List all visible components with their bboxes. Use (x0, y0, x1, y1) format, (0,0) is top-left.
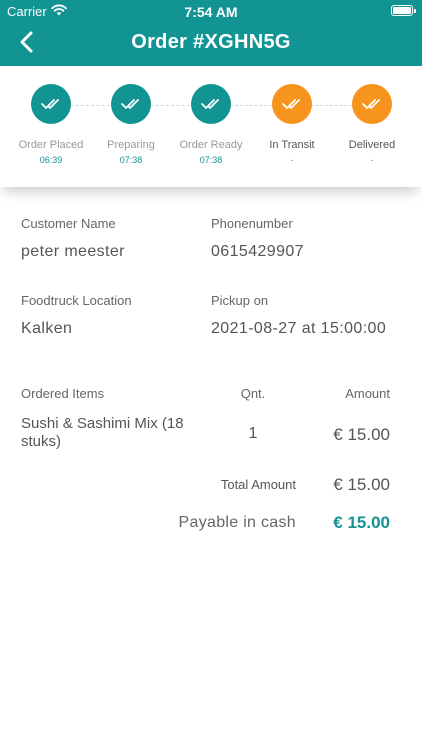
phone-value: 0615429907 (211, 243, 304, 260)
status-bar: Carrier 7:54 AM (0, 0, 422, 22)
order-progress: Order Placed 06:39 Preparing 07:38 Order… (0, 66, 422, 187)
location-value: Kalken (21, 320, 73, 337)
item-amount: € 15.00 (333, 425, 390, 444)
qty-header: Qnt. (240, 386, 266, 401)
phone-label: Phonenumber (211, 216, 293, 231)
pickup-value: 2021-08-27 at 15:00:00 (211, 320, 387, 337)
step-label: Delivered (348, 139, 396, 151)
step-time: 07:38 (119, 155, 143, 165)
pickup-label: Pickup on (211, 293, 269, 308)
customer-name-value: peter meester (21, 243, 125, 260)
step-time: 06:39 (39, 155, 63, 165)
step-label: In Transit (269, 139, 315, 151)
step-label: Order Placed (18, 139, 84, 151)
total-amount-value: € 15.00 (333, 475, 390, 494)
step-order-placed: Order Placed 06:39 (11, 84, 91, 165)
step-time: - (290, 155, 294, 165)
ordered-items-header: Ordered Items (21, 386, 105, 401)
step-label: Order Ready (179, 139, 243, 151)
clock: 7:54 AM (184, 4, 238, 20)
page-title: Order #XGHN5G (131, 31, 291, 53)
double-check-icon (352, 84, 392, 124)
item-name: Sushi & Sashimi Mix (18 stuks) (21, 415, 184, 450)
double-check-icon (111, 84, 151, 124)
payable-label: Payable in cash (178, 514, 296, 531)
amount-header: Amount (345, 386, 390, 401)
location-label: Foodtruck Location (21, 293, 132, 308)
step-label: Preparing (107, 139, 155, 151)
double-check-icon (272, 84, 312, 124)
item-qty: 1 (248, 425, 258, 442)
step-delivered: Delivered - (332, 84, 412, 165)
total-amount-label: Total Amount (220, 477, 296, 492)
step-preparing: Preparing 07:38 (91, 84, 171, 165)
step-time: - (370, 155, 374, 165)
step-in-transit: In Transit - (252, 84, 332, 165)
battery-icon (391, 5, 416, 16)
app-header: Carrier 7:54 AM Order #XGHN5G (0, 0, 422, 66)
step-time: 07:38 (199, 155, 223, 165)
customer-name-label: Customer Name (21, 216, 116, 231)
double-check-icon (31, 84, 71, 124)
step-order-ready: Order Ready 07:38 (171, 84, 251, 165)
double-check-icon (191, 84, 231, 124)
payable-value: € 15.00 (333, 513, 390, 532)
